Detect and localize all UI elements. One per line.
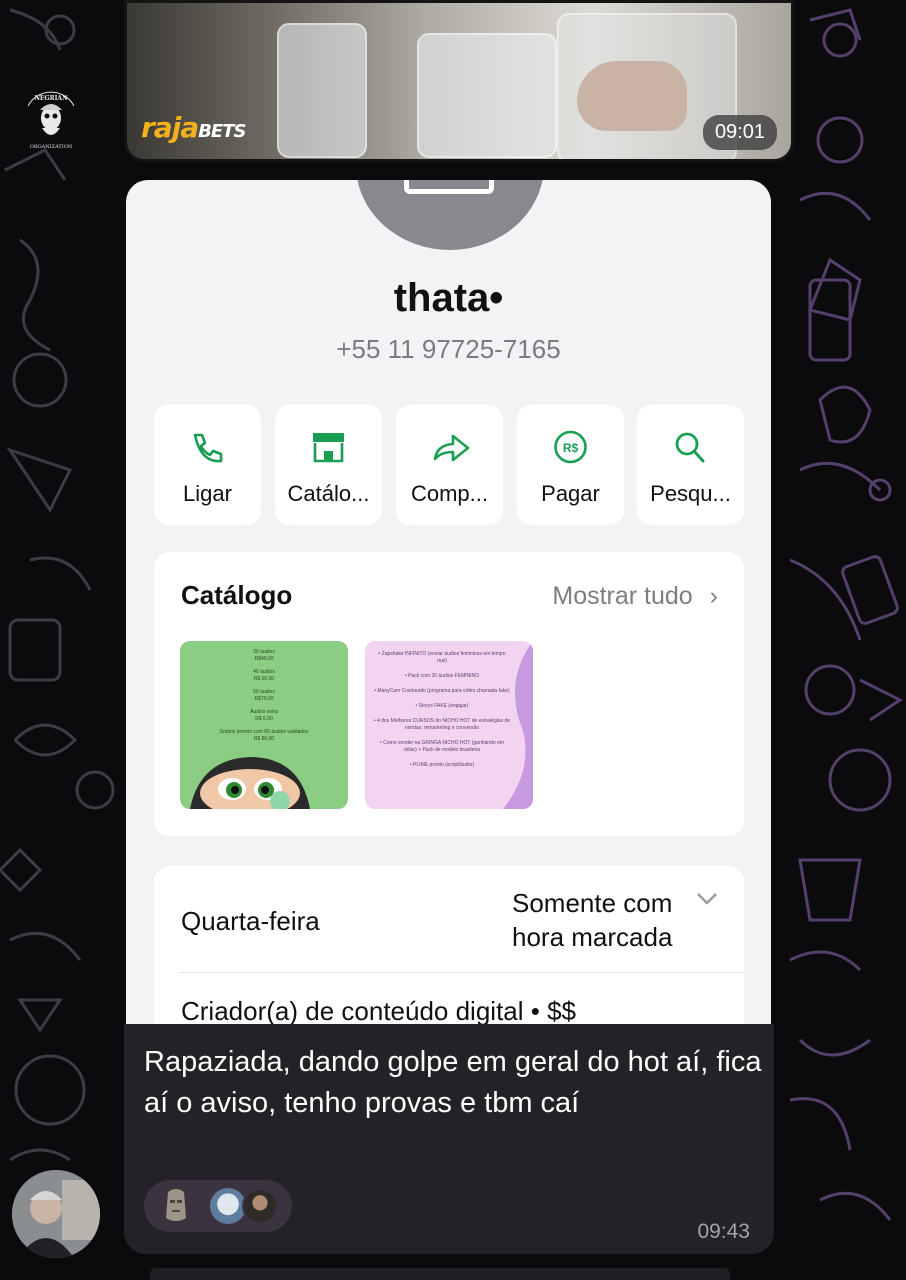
avatar-photo	[12, 1170, 100, 1258]
search-button[interactable]: Pesqu...	[637, 405, 744, 525]
store-icon	[313, 433, 344, 463]
chevron-right-icon: ›	[709, 582, 718, 610]
message-text: Rapaziada, dando golpe em geral do hot a…	[144, 1046, 762, 1119]
business-hours-card: Quarta-feira Somente com hora marcada Cr…	[154, 866, 744, 1025]
logo-text-top: NEGRIAN	[34, 95, 68, 102]
action-label-share: Comp...	[410, 481, 489, 506]
action-label-call: Ligar	[183, 481, 232, 506]
hours-day: Quarta-feira	[181, 906, 320, 936]
contact-phone: +55 11 97725-7165	[336, 334, 561, 364]
watermark-brand-1: raja	[141, 111, 199, 144]
action-label-catalog: Catálo...	[287, 481, 370, 506]
catalog-card: Catálogo Mostrar tudo › 30 áudios R$40,0…	[154, 552, 744, 836]
share-button[interactable]: Comp...	[396, 405, 503, 525]
reactions-pill[interactable]	[144, 1180, 292, 1232]
video-watermark: rajaBETS	[141, 111, 246, 144]
svg-text:R$: R$	[563, 441, 579, 455]
store-front-icon	[404, 180, 494, 194]
catalog-item-audios[interactable]: 30 áudios R$40,00 40 áudios R$ 60,00 50 …	[180, 641, 348, 809]
show-all-link[interactable]: Mostrar tudo ›	[552, 582, 718, 611]
divider	[180, 972, 744, 973]
phone-icon	[193, 433, 223, 463]
action-buttons-row: Ligar Catálo... Comp... R$ Pagar Pesqu..…	[154, 405, 744, 525]
catalog-button[interactable]: Catálo...	[275, 405, 382, 525]
watermark-brand-2: BETS	[198, 121, 246, 142]
catalog-title: Catálogo	[181, 580, 293, 610]
search-icon	[675, 432, 705, 463]
catalog-item-text: 30 áudios R$40,00 40 áudios R$ 60,00 50 …	[219, 649, 309, 742]
reactor-avatar-2	[242, 1188, 278, 1224]
catalog-item-pack[interactable]: • Zapshake INFINITO (enviar áudios femin…	[365, 641, 533, 809]
show-all-label: Mostrar tudo	[552, 582, 693, 610]
message-caption-bubble[interactable]: Rapaziada, dando golpe em geral do hot a…	[124, 1024, 774, 1254]
pay-button[interactable]: R$ Pagar	[517, 405, 624, 525]
glass-image	[277, 23, 367, 158]
hours-status-line1: Somente com	[512, 888, 673, 918]
action-label-pay: Pagar	[541, 481, 600, 506]
business-category: Criador(a) de conteúdo digital • $$	[181, 996, 577, 1025]
sender-avatar[interactable]	[12, 1170, 100, 1258]
share-arrow-icon	[433, 434, 470, 462]
hours-status-line2: hora marcada	[512, 922, 673, 952]
profile-screenshot-image[interactable]: thata• +55 11 97725-7165 Ligar Catálo...…	[126, 180, 771, 1025]
action-label-search: Pesqu...	[650, 481, 731, 506]
contact-name: thata•	[393, 276, 504, 320]
video-message[interactable]: rajaBETS 09:01	[124, 0, 794, 162]
hand-image	[577, 61, 687, 131]
pix-real-icon: R$	[554, 430, 587, 464]
reactor-avatar-1	[210, 1188, 246, 1224]
glass-image	[417, 33, 557, 158]
next-message-edge	[150, 1268, 730, 1280]
video-time: 09:01	[702, 115, 777, 150]
cartoon-character-image	[190, 757, 310, 809]
catalog-item-text: • Zapshake INFINITO (enviar áudios femin…	[373, 651, 511, 768]
message-time: 09:43	[697, 1220, 750, 1243]
logo-text-bottom: ORGANIZATION	[30, 144, 73, 150]
moai-emoji-icon	[166, 1189, 186, 1221]
call-button[interactable]: Ligar	[154, 405, 261, 525]
group-logo-icon: NEGRIAN ORGANIZATION	[22, 84, 80, 156]
chevron-down-icon[interactable]	[696, 892, 718, 906]
